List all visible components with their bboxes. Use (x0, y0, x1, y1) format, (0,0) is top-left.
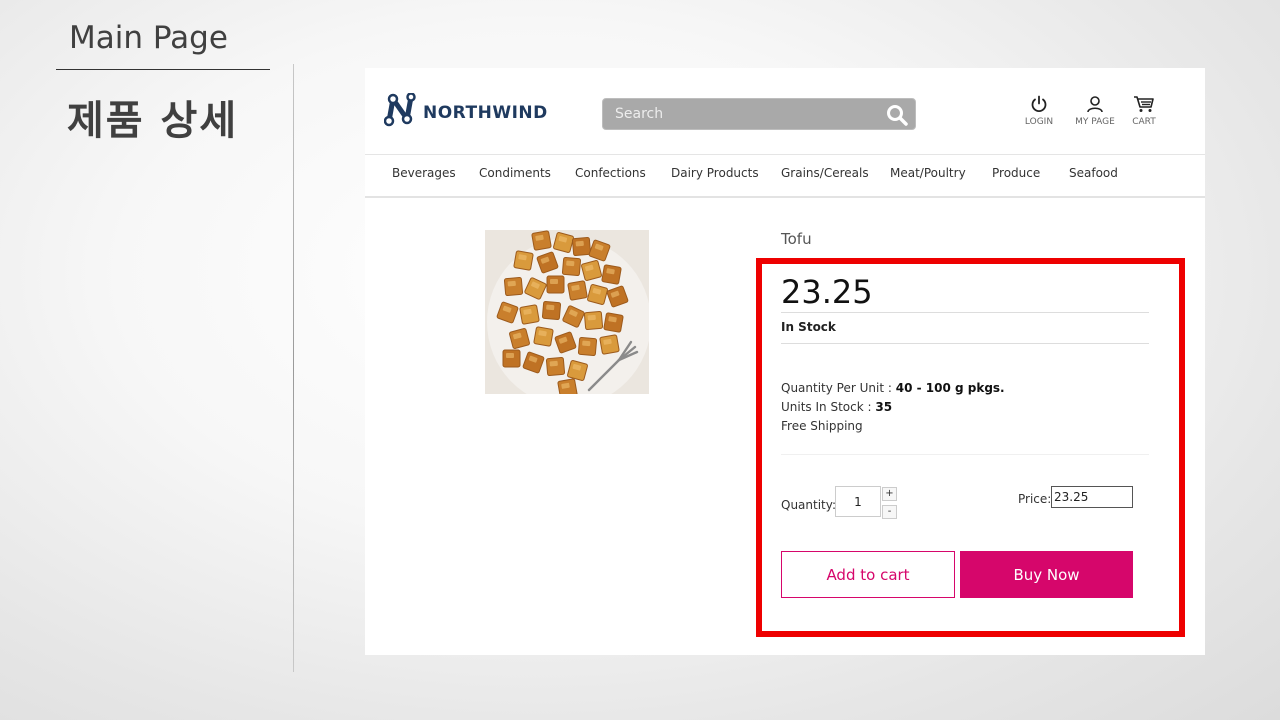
search-icon (887, 105, 908, 126)
units-in-stock: Units In Stock : 35 (781, 400, 892, 414)
quantity-input[interactable] (835, 486, 881, 517)
search-input[interactable] (615, 99, 875, 129)
cart-icon (1134, 96, 1154, 112)
tofu-cube-highlight (506, 353, 514, 358)
tofu-cube (545, 356, 566, 377)
category-beverages[interactable]: Beverages (392, 166, 456, 180)
category-dairy-products[interactable]: Dairy Products (671, 166, 759, 180)
tofu-cube (567, 280, 588, 301)
category-meat-poultry[interactable]: Meat/Poultry (890, 166, 966, 180)
tofu-cube-highlight (575, 240, 584, 247)
tofu-cube-highlight (587, 314, 596, 321)
quantity-per-unit: Quantity Per Unit : 40 - 100 g pkgs. (781, 381, 1005, 395)
login-label: LOGIN (1024, 117, 1054, 127)
product-price: 23.25 (781, 273, 873, 311)
tofu-cube (567, 360, 588, 381)
price-divider (781, 312, 1149, 313)
product-image (485, 230, 649, 394)
slide-title: Main Page (69, 20, 228, 56)
category-nav: Beverages Condiments Confections Dairy P… (365, 166, 1205, 188)
product-name: Tofu (781, 230, 812, 248)
tofu-cube (587, 284, 608, 305)
login-button[interactable]: LOGIN (1014, 95, 1064, 127)
nav-divider (365, 196, 1205, 198)
tofu-cube (561, 256, 582, 277)
tofu-cube (531, 230, 552, 251)
buy-now-button[interactable]: Buy Now (960, 551, 1133, 598)
info-divider (781, 454, 1149, 455)
header-divider (365, 154, 1205, 155)
price-input[interactable] (1051, 486, 1133, 508)
cart-label: CART (1132, 117, 1156, 127)
tofu-cube (577, 336, 598, 357)
tofu-cube (513, 250, 534, 271)
my-page-label: MY PAGE (1075, 117, 1115, 127)
tofu-cube (581, 260, 602, 281)
tofu-cube (601, 264, 622, 285)
tofu-cube-highlight (546, 304, 555, 311)
tofu-cube (502, 349, 521, 368)
vertical-divider (293, 64, 294, 672)
tofu-cube (546, 275, 565, 294)
quantity-per-unit-value: 40 - 100 g pkgs. (895, 381, 1005, 395)
product-page: NORTHWIND LOGIN MY PAGE (365, 68, 1205, 655)
price-label: Price: (1018, 492, 1052, 506)
search-bar (602, 98, 916, 130)
tofu-cube (519, 304, 540, 325)
shipping-info: Free Shipping (781, 419, 863, 433)
power-icon (1031, 95, 1047, 113)
tofu-cube (599, 334, 620, 355)
tofu-cube-highlight (550, 279, 558, 284)
category-produce[interactable]: Produce (992, 166, 1040, 180)
search-button[interactable] (885, 103, 909, 127)
slide-subtitle: 제품 상세 (67, 98, 239, 144)
category-confections[interactable]: Confections (575, 166, 646, 180)
quantity-decrement-button[interactable]: - (882, 505, 897, 519)
tofu-cube (603, 312, 624, 333)
logo-mark-icon (384, 93, 416, 127)
tofu-cube (509, 328, 530, 349)
category-grains-cereals[interactable]: Grains/Cereals (781, 166, 869, 180)
units-in-stock-value: 35 (875, 400, 893, 414)
tofu-cube (571, 236, 592, 257)
stock-divider (781, 343, 1149, 344)
cart-button[interactable]: CART (1119, 95, 1169, 127)
tofu-cube (541, 300, 562, 321)
tofu-cube-highlight (549, 360, 558, 367)
tofu-cube (533, 326, 554, 347)
tofu-photo (485, 230, 649, 394)
stock-status: In Stock (781, 320, 836, 334)
tofu-cube-highlight (507, 280, 516, 287)
my-page-button[interactable]: MY PAGE (1070, 95, 1120, 127)
add-to-cart-button[interactable]: Add to cart (781, 551, 955, 598)
tofu-cube-highlight (566, 260, 575, 267)
category-seafood[interactable]: Seafood (1069, 166, 1118, 180)
quantity-increment-button[interactable]: + (882, 487, 897, 501)
northwind-logo[interactable]: NORTHWIND (384, 93, 548, 127)
tofu-cube (583, 310, 604, 331)
quantity-label: Quantity: (781, 498, 837, 512)
tofu-cube (503, 276, 524, 297)
title-divider (56, 69, 270, 70)
units-in-stock-label: Units In Stock : (781, 400, 876, 414)
logo-text: NORTHWIND (423, 102, 548, 123)
tofu-cube-highlight (582, 340, 591, 347)
user-icon (1087, 96, 1103, 113)
tofu-cube (553, 232, 574, 253)
quantity-per-unit-label: Quantity Per Unit : (781, 381, 896, 395)
category-condiments[interactable]: Condiments (479, 166, 551, 180)
